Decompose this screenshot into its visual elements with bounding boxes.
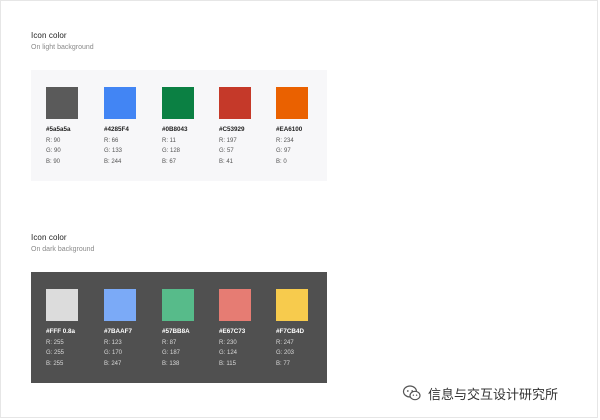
dark-swatch-panel: #FFF 0.8a R: 255 G: 255 B: 255 #7BAAF7 R… (31, 272, 327, 383)
swatch-card: #57BB8A R: 87 G: 187 B: 138 (162, 289, 222, 368)
light-section-subtitle: On light background (31, 44, 94, 51)
swatch-red-value: R: 247 (276, 339, 294, 346)
color-swatch (219, 289, 251, 321)
dark-section-title: Icon color (31, 233, 67, 242)
swatch-green-value: G: 187 (162, 350, 181, 356)
color-swatch (276, 87, 308, 119)
swatch-green-value: G: 170 (104, 350, 123, 356)
swatch-blue-value: B: 0 (276, 158, 287, 165)
swatch-green-value: G: 97 (276, 148, 291, 154)
swatch-hex-label: #57BB8A (162, 328, 190, 335)
swatch-hex-label: #4285F4 (104, 126, 129, 133)
color-swatch (104, 289, 136, 321)
swatch-card: #0B8043 R: 11 G: 128 B: 67 (162, 87, 222, 166)
swatch-blue-value: B: 247 (104, 360, 122, 367)
swatch-red-value: R: 87 (162, 339, 177, 346)
light-section-title: Icon color (31, 31, 67, 40)
swatch-red-value: R: 230 (219, 339, 237, 346)
color-swatch (162, 87, 194, 119)
swatch-hex-label: #FFF 0.8a (46, 328, 76, 335)
swatch-red-value: R: 197 (219, 137, 237, 144)
color-swatch (104, 87, 136, 119)
swatch-hex-label: #5a5a5a (46, 126, 71, 133)
swatch-hex-label: #C53929 (219, 126, 245, 133)
swatch-blue-value: B: 255 (46, 360, 64, 367)
color-swatch (219, 87, 251, 119)
swatch-blue-value: B: 90 (46, 158, 61, 165)
swatch-hex-label: #EA6100 (276, 126, 303, 133)
swatch-hex-label: #F7CB4D (276, 328, 304, 335)
watermark: 信息与交互设计研究所 (402, 383, 558, 403)
swatch-green-value: G: 124 (219, 350, 238, 356)
swatch-card: #FFF 0.8a R: 255 G: 255 B: 255 (46, 289, 106, 368)
swatch-green-value: G: 90 (46, 148, 61, 154)
wechat-icon (402, 385, 421, 401)
swatch-blue-value: B: 41 (219, 158, 234, 165)
swatch-red-value: R: 66 (104, 137, 119, 144)
swatch-card: #F7CB4D R: 247 G: 203 B: 77 (276, 289, 336, 368)
swatch-card: #EA6100 R: 234 G: 97 B: 0 (276, 87, 336, 166)
swatch-blue-value: B: 138 (162, 360, 180, 367)
watermark-text: 信息与交互设计研究所 (428, 387, 559, 403)
swatch-card: #7BAAF7 R: 123 G: 170 B: 247 (104, 289, 164, 368)
swatch-green-value: G: 203 (276, 350, 295, 356)
swatch-red-value: R: 123 (104, 339, 122, 346)
dark-section-subtitle: On dark background (31, 246, 95, 253)
color-swatch (46, 289, 78, 321)
swatch-blue-value: B: 77 (276, 360, 291, 367)
swatch-red-value: R: 11 (162, 137, 176, 144)
swatch-green-value: G: 255 (46, 350, 65, 356)
color-swatch (276, 289, 308, 321)
color-swatch (162, 289, 194, 321)
swatch-card: #E67C73 R: 230 G: 124 B: 115 (219, 289, 279, 368)
swatch-red-value: R: 90 (46, 137, 61, 144)
swatch-green-value: G: 128 (162, 148, 181, 154)
swatch-green-value: G: 133 (104, 148, 123, 154)
swatch-green-value: G: 57 (219, 148, 234, 154)
color-swatch (46, 87, 78, 119)
swatch-red-value: R: 255 (46, 339, 64, 346)
swatch-card: #4285F4 R: 66 G: 133 B: 244 (104, 87, 164, 166)
swatch-red-value: R: 234 (276, 137, 294, 144)
swatch-hex-label: #E67C73 (219, 328, 246, 335)
swatch-card: #5a5a5a R: 90 G: 90 B: 90 (46, 87, 106, 166)
swatch-card: #C53929 R: 197 G: 57 B: 41 (219, 87, 279, 166)
swatch-blue-value: B: 244 (104, 158, 122, 165)
swatch-blue-value: B: 67 (162, 158, 177, 165)
swatch-hex-label: #7BAAF7 (104, 328, 132, 335)
swatch-hex-label: #0B8043 (162, 126, 188, 133)
light-swatch-panel: #5a5a5a R: 90 G: 90 B: 90 #4285F4 R: 66 … (31, 70, 327, 181)
swatch-blue-value: B: 115 (219, 360, 236, 367)
